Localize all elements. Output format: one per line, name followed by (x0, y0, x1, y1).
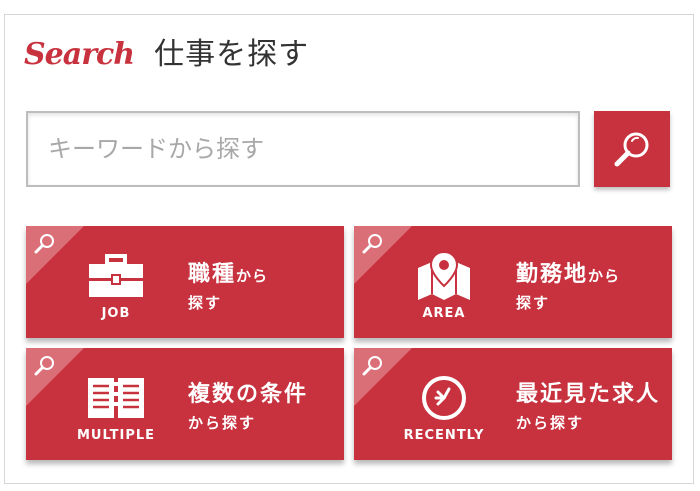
keyword-search-input[interactable] (26, 111, 580, 187)
clock-icon (422, 376, 466, 420)
tile-title: 勤務地 (516, 262, 589, 287)
magnifier-icon (34, 356, 54, 376)
magnifier-icon (34, 234, 54, 254)
tile-multiple[interactable]: MULTIPLE 複数の条件 から探す (26, 348, 344, 460)
tile-caption: RECENTLY (403, 428, 485, 443)
tile-title: 最近見た求人 (516, 382, 661, 407)
tile-title: 複数の条件 (188, 382, 309, 407)
search-button[interactable] (594, 111, 670, 187)
page-title: 仕事を探す (154, 37, 310, 72)
tile-title: 職種 (188, 262, 237, 287)
tile-title-suffix: から (236, 267, 269, 285)
tile-title-suffix: から (588, 267, 621, 285)
keyword-search (26, 111, 670, 187)
list-icon (88, 378, 144, 418)
tile-job[interactable]: JOB 職種から 探す (26, 226, 344, 338)
map-pin-icon (418, 250, 470, 300)
tile-caption: JOB (101, 306, 131, 321)
briefcase-icon (89, 254, 143, 297)
tile-subtitle: 探す (188, 294, 223, 312)
magnifier-icon (362, 234, 382, 254)
tile-area[interactable]: AREA 勤務地から 探す (354, 226, 672, 338)
tile-subtitle: 探す (516, 294, 551, 312)
section-header: Search 仕事を探す (24, 30, 309, 80)
tile-caption: MULTIPLE (76, 428, 156, 443)
tile-subtitle: から探す (188, 414, 257, 432)
tile-subtitle: から探す (516, 414, 585, 432)
search-logo: Search (24, 37, 135, 72)
tile-recently[interactable]: RECENTLY 最近見た求人 から探す (354, 348, 672, 460)
magnifier-icon (614, 132, 649, 167)
magnifier-icon (362, 356, 382, 376)
tile-caption: AREA (422, 306, 466, 321)
